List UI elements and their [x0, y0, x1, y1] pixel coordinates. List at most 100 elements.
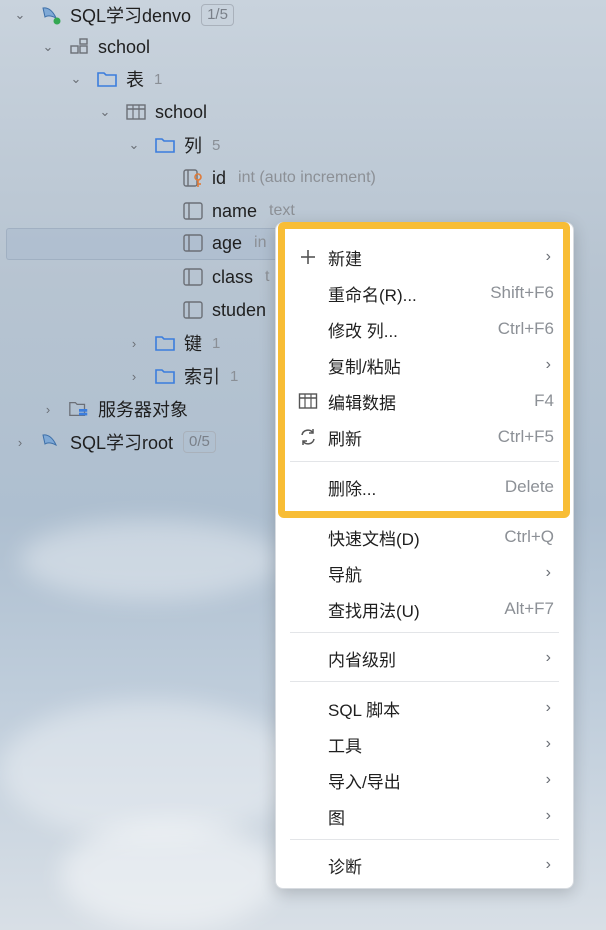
column-icon: [182, 200, 204, 222]
tree-node-connection1[interactable]: ⌄ SQL学习denvo 1/5: [0, 0, 234, 30]
menu-item-label: 导入/导出: [328, 772, 401, 792]
tree-node-table[interactable]: ⌄ school: [0, 97, 207, 127]
table-name: school: [155, 101, 208, 122]
keys-folder-label: 键: [184, 334, 202, 354]
menu-item-delete[interactable]: 删除... Delete: [276, 470, 573, 504]
session-badge: 0/5: [183, 431, 216, 453]
table-grid-icon: [296, 389, 320, 413]
column-icon: [182, 232, 204, 254]
tree-node-keys[interactable]: › 键 1: [0, 328, 221, 358]
menu-separator: [290, 681, 559, 682]
column-icon: [182, 299, 204, 321]
menu-shortcut: F4: [534, 391, 554, 410]
tree-node-column[interactable]: studen: [182, 295, 266, 325]
indexes-count: 1: [230, 367, 239, 385]
column-name: id: [212, 167, 227, 188]
tables-folder-label: 表: [126, 70, 144, 90]
menu-item-label: 查找用法(U): [328, 601, 420, 621]
menu-separator: [290, 632, 559, 633]
chevron-right-icon: ›: [545, 248, 551, 265]
menu-item-navigate[interactable]: 导航 ›: [276, 556, 573, 590]
chevron-right-icon: ›: [545, 807, 551, 824]
tree-node-column-selected[interactable]: age in: [182, 228, 267, 258]
column-type: t: [265, 268, 270, 285]
menu-item-edit-data[interactable]: 编辑数据 F4: [276, 384, 573, 418]
menu-item-tools[interactable]: 工具 ›: [276, 727, 573, 761]
menu-item-label: 编辑数据: [328, 393, 396, 413]
menu-item-label: 修改 列...: [328, 321, 398, 341]
tree-node-column[interactable]: class t: [182, 262, 269, 292]
menu-item-introspection[interactable]: 内省级别 ›: [276, 641, 573, 675]
column-type: in: [254, 234, 267, 251]
chevron-right-icon: ›: [545, 771, 551, 788]
chevron-right-icon[interactable]: ›: [40, 401, 56, 417]
chevron-down-icon[interactable]: ⌄: [68, 71, 84, 87]
datasource-icon: [40, 4, 62, 26]
menu-item-label: 内省级别: [328, 650, 396, 670]
menu-item-import-export[interactable]: 导入/导出 ›: [276, 763, 573, 797]
tree-node-schema[interactable]: ⌄ school: [0, 32, 150, 62]
primary-key-column-icon: [182, 167, 204, 189]
columns-count: 5: [212, 136, 221, 154]
menu-separator: [290, 461, 559, 462]
folder-icon: [96, 68, 118, 90]
chevron-down-icon[interactable]: ⌄: [126, 137, 142, 153]
context-menu: 新建 › 重命名(R)... Shift+F6 修改 列... Ctrl+F6 …: [275, 222, 574, 889]
connection-name: SQL学习root: [70, 433, 174, 453]
menu-shortcut: Shift+F6: [490, 283, 554, 302]
chevron-right-icon: ›: [545, 856, 551, 873]
menu-item-find-usages[interactable]: 查找用法(U) Alt+F7: [276, 592, 573, 626]
menu-item-quick-doc[interactable]: 快速文档(D) Ctrl+Q: [276, 520, 573, 554]
menu-item-diagnostics[interactable]: 诊断 ›: [276, 848, 573, 882]
schema-icon: [68, 36, 90, 58]
tree-node-connection2[interactable]: › SQL学习root 0/5: [0, 427, 216, 457]
table-icon: [125, 101, 147, 123]
menu-item-rename[interactable]: 重命名(R)... Shift+F6: [276, 276, 573, 310]
menu-item-refresh[interactable]: 刷新 Ctrl+F5: [276, 420, 573, 454]
plus-icon: [296, 245, 320, 269]
menu-shortcut: Delete: [504, 477, 554, 496]
chevron-right-icon[interactable]: ›: [126, 335, 142, 351]
column-type: int (auto increment): [238, 169, 376, 186]
menu-item-diagram[interactable]: 图 ›: [276, 799, 573, 833]
folder-icon: [154, 365, 176, 387]
menu-item-label: 快速文档(D): [328, 529, 420, 549]
column-name: class: [212, 266, 254, 287]
menu-item-label: SQL 脚本: [328, 700, 401, 720]
menu-item-sql-script[interactable]: SQL 脚本 ›: [276, 691, 573, 725]
menu-item-copy-paste[interactable]: 复制/粘贴 ›: [276, 348, 573, 382]
menu-item-label: 新建: [328, 249, 362, 269]
tree-node-column[interactable]: id int (auto increment): [182, 163, 376, 193]
session-badge: 1/5: [201, 4, 234, 26]
menu-item-label: 图: [328, 808, 345, 828]
tree-node-columns[interactable]: ⌄ 列 5: [0, 130, 221, 160]
menu-item-label: 重命名(R)...: [328, 285, 417, 305]
indexes-folder-label: 索引: [184, 367, 220, 387]
column-type: text: [269, 202, 295, 219]
server-objects-icon: [68, 398, 90, 420]
server-objects-label: 服务器对象: [98, 400, 188, 420]
tree-node-tables[interactable]: ⌄ 表 1: [0, 64, 163, 94]
menu-item-label: 复制/粘贴: [328, 357, 401, 377]
refresh-icon: [296, 425, 320, 449]
chevron-right-icon: ›: [545, 649, 551, 666]
chevron-right-icon[interactable]: ›: [12, 434, 28, 450]
chevron-right-icon: ›: [545, 564, 551, 581]
menu-item-modify-column[interactable]: 修改 列... Ctrl+F6: [276, 312, 573, 346]
chevron-down-icon[interactable]: ⌄: [40, 39, 56, 55]
tables-count: 1: [154, 70, 163, 88]
tree-node-indexes[interactable]: › 索引 1: [0, 361, 239, 391]
menu-item-label: 导航: [328, 565, 362, 585]
connection-name: SQL学习denvo: [70, 6, 192, 26]
folder-icon: [154, 332, 176, 354]
tree-node-server-objects[interactable]: › 服务器对象: [0, 394, 188, 424]
chevron-down-icon[interactable]: ⌄: [12, 7, 28, 23]
menu-shortcut: Ctrl+F5: [497, 427, 554, 446]
tree-node-column[interactable]: name text: [182, 196, 295, 226]
chevron-right-icon: ›: [545, 356, 551, 373]
schema-name: school: [98, 36, 151, 57]
chevron-right-icon: ›: [545, 735, 551, 752]
chevron-down-icon[interactable]: ⌄: [97, 104, 113, 120]
menu-item-new[interactable]: 新建 ›: [276, 240, 573, 274]
chevron-right-icon[interactable]: ›: [126, 368, 142, 384]
